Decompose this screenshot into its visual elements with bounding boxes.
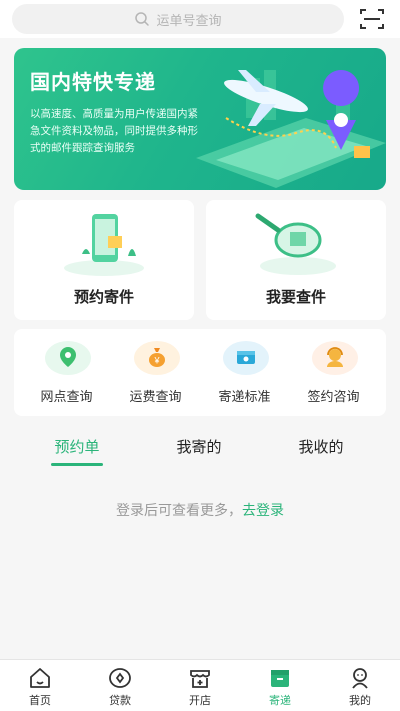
- login-hint: 登录后可查看更多，去登录: [0, 500, 400, 520]
- nav-label: 贷款: [109, 694, 131, 707]
- search-icon: [135, 12, 150, 26]
- service-outlet-search[interactable]: 网点查询: [27, 329, 107, 416]
- phone-parcel-illustration: [64, 214, 144, 276]
- promo-banner[interactable]: 国内特快专递 以高速度、高质量为用户传递国内紧急文件资料及物品，同时提供多种形式…: [14, 48, 386, 190]
- airplane-map-illustration: [196, 70, 386, 188]
- money-bag-icon: ¥: [148, 348, 165, 367]
- loan-icon: [109, 668, 131, 688]
- shop-icon: [190, 670, 210, 688]
- login-hint-text: 登录后可查看更多，: [116, 503, 242, 519]
- banner-title: 国内特快专递: [30, 70, 156, 94]
- nav-label: 我的: [349, 694, 371, 707]
- book-pickup-card[interactable]: 预约寄件: [14, 200, 194, 320]
- service-label: 网点查询: [40, 390, 93, 405]
- nav-delivery[interactable]: 寄递: [240, 660, 320, 711]
- package-icon: [236, 351, 255, 364]
- active-tab-indicator: [51, 463, 103, 466]
- nav-loan[interactable]: 贷款: [80, 660, 160, 711]
- location-pin-icon: [59, 347, 76, 367]
- service-label: 签约咨询: [307, 390, 360, 405]
- service-contract-consult[interactable]: 签约咨询: [294, 329, 374, 416]
- magnifier-parcel-illustration: [255, 213, 336, 275]
- track-parcel-label: 我要查件: [265, 288, 326, 306]
- profile-icon: [352, 668, 368, 689]
- nav-label: 寄递: [269, 694, 291, 707]
- search-placeholder: 运单号查询: [156, 13, 222, 29]
- service-delivery-standard[interactable]: 寄递标准: [205, 329, 285, 416]
- bottom-navigation: 首页 贷款 开店 寄递 我的: [0, 659, 400, 711]
- service-label: 运费查询: [129, 390, 182, 405]
- banner-description: 以高速度、高质量为用户传递国内紧急文件资料及物品，同时提供多种形式的邮件跟踪查询…: [30, 108, 198, 154]
- service-label: 寄递标准: [218, 390, 271, 405]
- service-shortcuts: 网点查询 ¥ 运费查询 寄递标准 签约咨询: [14, 329, 386, 416]
- search-input[interactable]: 运单号查询: [12, 4, 344, 34]
- delivery-icon: [271, 670, 289, 687]
- tab-sent[interactable]: 我寄的: [139, 436, 259, 457]
- nav-label: 开店: [189, 694, 211, 707]
- nav-profile[interactable]: 我的: [320, 660, 400, 711]
- order-tabs: 预约单 我寄的 我收的: [0, 436, 400, 470]
- home-icon: [30, 668, 50, 688]
- login-link[interactable]: 去登录: [242, 503, 284, 519]
- tab-received[interactable]: 我收的: [261, 436, 381, 457]
- top-bar: 运单号查询: [0, 0, 400, 38]
- scan-icon[interactable]: [360, 8, 384, 30]
- customer-service-icon: [326, 347, 343, 367]
- nav-label: 首页: [29, 694, 51, 707]
- svg-text:¥: ¥: [153, 356, 160, 366]
- nav-home[interactable]: 首页: [0, 660, 80, 711]
- tab-reservations[interactable]: 预约单: [17, 436, 137, 457]
- service-freight-search[interactable]: ¥ 运费查询: [116, 329, 196, 416]
- track-parcel-card[interactable]: 我要查件: [206, 200, 386, 320]
- nav-shop[interactable]: 开店: [160, 660, 240, 711]
- book-pickup-label: 预约寄件: [73, 288, 134, 306]
